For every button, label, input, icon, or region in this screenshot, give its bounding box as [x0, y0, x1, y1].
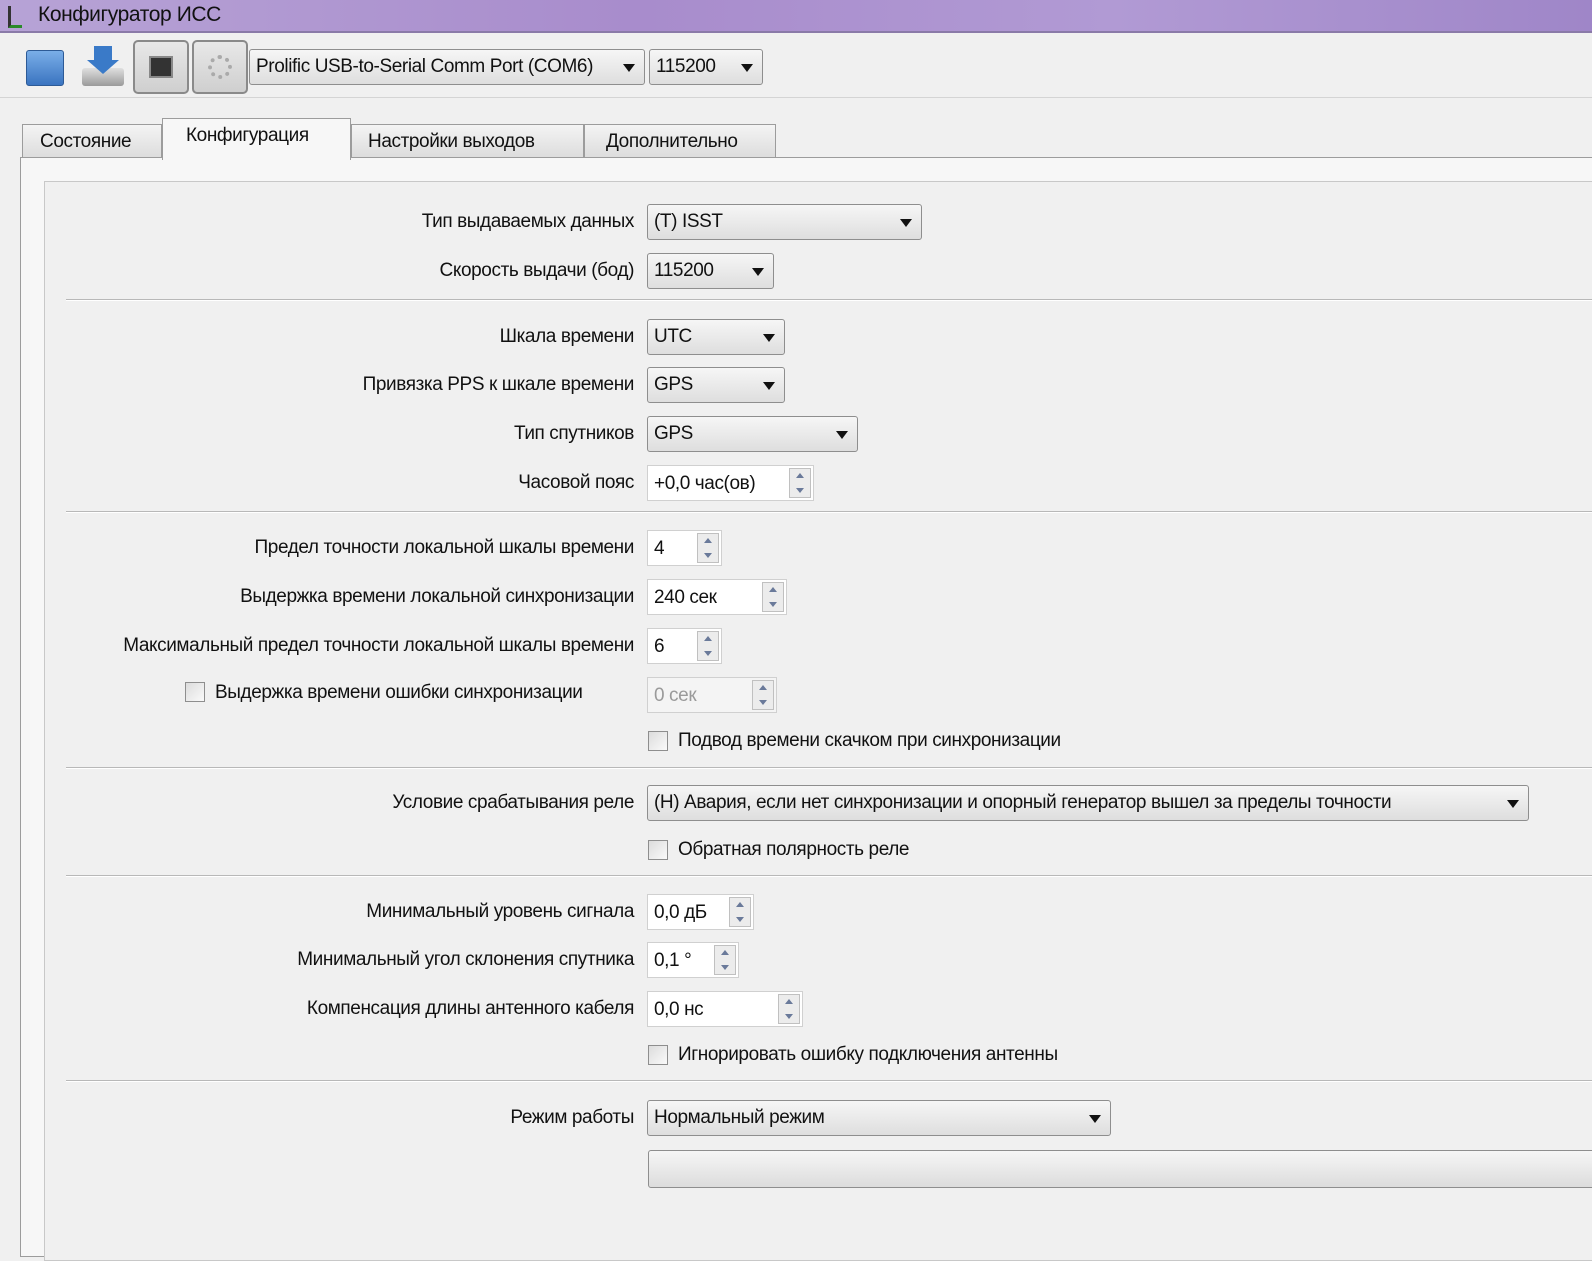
timezone-value: +0,0 час(ов) — [654, 473, 756, 494]
ignore-antenna-checkbox[interactable] — [648, 1045, 668, 1065]
tab-advanced[interactable]: Дополнительно — [584, 124, 776, 158]
sync-error-delay-label: Выдержка времени ошибки синхронизации — [215, 682, 583, 703]
tab-output-settings[interactable]: Настройки выходов — [351, 124, 584, 158]
timezone-label: Часовой пояс — [518, 472, 634, 493]
out-speed-label: Скорость выдачи (бод) — [439, 260, 635, 281]
settings-button[interactable] — [192, 40, 248, 94]
min-elevation-label: Минимальный угол склонения спутника — [297, 949, 634, 970]
time-scale-select[interactable]: UTC — [647, 319, 785, 355]
sync-error-delay-checkbox[interactable] — [185, 682, 205, 702]
spin-arrows-icon[interactable] — [789, 468, 811, 498]
max-accuracy-spinbox[interactable]: 6 — [647, 628, 722, 664]
tab-status[interactable]: Состояние — [22, 124, 162, 158]
baud-select[interactable]: 115200 — [649, 49, 763, 85]
apply-button[interactable] — [648, 1150, 1592, 1188]
terminal-button[interactable] — [133, 40, 189, 94]
min-signal-label: Минимальный уровень сигнала — [366, 901, 634, 922]
pps-binding-label: Привязка PPS к шкале времени — [362, 374, 635, 395]
pps-binding-value: GPS — [654, 374, 693, 395]
spin-arrows-icon[interactable] — [697, 533, 719, 563]
baud-value: 115200 — [656, 56, 716, 77]
time-scale-value: UTC — [654, 326, 692, 347]
window-title: Конфигуратор ИСС — [38, 3, 221, 26]
data-type-value: (T) ISST — [654, 211, 723, 232]
data-type-label: Тип выдаваемых данных — [421, 211, 635, 232]
chevron-down-icon — [623, 64, 635, 72]
cable-comp-value: 0,0 нс — [654, 999, 704, 1020]
sat-type-select[interactable]: GPS — [647, 416, 858, 452]
spin-arrows-icon[interactable] — [762, 582, 784, 612]
accuracy-limit-label: Предел точности локальной шкалы времени — [254, 537, 635, 558]
sync-error-delay-spinbox[interactable]: 0 сек — [647, 677, 777, 713]
time-scale-label: Шкала времени — [499, 326, 635, 347]
chevron-down-icon — [1507, 800, 1519, 808]
sync-delay-value: 240 сек — [654, 587, 717, 608]
sync-delay-spinbox[interactable]: 240 сек — [647, 579, 787, 615]
spin-arrows-icon[interactable] — [778, 994, 800, 1024]
ignore-antenna-label: Игнорировать ошибку подключения антенны — [678, 1044, 1058, 1065]
min-signal-spinbox[interactable]: 0,0 дБ — [647, 894, 754, 930]
out-speed-select[interactable]: 115200 — [647, 253, 774, 289]
separator — [66, 299, 1592, 301]
accuracy-limit-value: 4 — [654, 538, 665, 559]
chevron-down-icon — [836, 431, 848, 439]
tab-configuration[interactable]: Конфигурация — [162, 118, 351, 160]
separator — [66, 1080, 1592, 1082]
app-icon — [8, 6, 22, 28]
max-accuracy-value: 6 — [654, 636, 665, 657]
open-folder-icon[interactable] — [26, 50, 64, 86]
mode-select[interactable]: Нормальный режим — [647, 1100, 1111, 1136]
chevron-down-icon — [900, 219, 912, 227]
cable-comp-spinbox[interactable]: 0,0 нс — [647, 991, 803, 1027]
sync-error-delay-value: 0 сек — [654, 685, 697, 706]
relay-condition-select[interactable]: (Н) Авария, если нет синхронизации и опо… — [647, 785, 1529, 821]
sync-delay-label: Выдержка времени локальной синхронизации — [240, 586, 634, 607]
spin-arrows-icon[interactable] — [752, 680, 774, 710]
pps-binding-select[interactable]: GPS — [647, 367, 785, 403]
spin-arrows-icon[interactable] — [729, 897, 751, 927]
sat-type-value: GPS — [654, 423, 693, 444]
chevron-down-icon — [763, 334, 775, 342]
separator — [66, 767, 1592, 769]
relay-inverse-checkbox[interactable] — [648, 840, 668, 860]
sat-type-label: Тип спутников — [513, 423, 634, 444]
terminal-icon — [149, 56, 173, 78]
timezone-spinbox[interactable]: +0,0 час(ов) — [647, 465, 814, 501]
chevron-down-icon — [763, 382, 775, 390]
mode-value: Нормальный режим — [654, 1107, 825, 1128]
data-type-select[interactable]: (T) ISST — [647, 204, 922, 240]
chevron-down-icon — [752, 268, 764, 276]
relay-condition-label: Условие срабатывания реле — [392, 792, 634, 813]
mode-label: Режим работы — [510, 1107, 634, 1128]
separator — [66, 875, 1592, 877]
min-elevation-value: 0,1 ° — [654, 950, 692, 971]
out-speed-value: 115200 — [654, 260, 714, 281]
min-signal-value: 0,0 дБ — [654, 902, 707, 923]
chevron-down-icon — [1089, 1115, 1101, 1123]
spin-arrows-icon[interactable] — [714, 945, 736, 975]
config-group — [44, 181, 1592, 1261]
chevron-down-icon — [741, 64, 753, 72]
download-save-icon[interactable] — [82, 46, 124, 88]
port-value: Prolific USB-to-Serial Comm Port (COM6) — [256, 56, 594, 77]
port-select[interactable]: Prolific USB-to-Serial Comm Port (COM6) — [249, 49, 645, 85]
cable-comp-label: Компенсация длины антенного кабеля — [306, 998, 634, 1019]
relay-inverse-label: Обратная полярность реле — [678, 839, 910, 860]
max-accuracy-label: Максимальный предел точности локальной ш… — [123, 635, 634, 656]
jump-sync-label: Подвод времени скачком при синхронизации — [678, 730, 1061, 751]
jump-sync-checkbox[interactable] — [648, 731, 668, 751]
spin-arrows-icon[interactable] — [697, 631, 719, 661]
accuracy-limit-spinbox[interactable]: 4 — [647, 530, 722, 566]
separator — [66, 511, 1592, 513]
gear-icon — [208, 55, 232, 79]
relay-condition-value: (Н) Авария, если нет синхронизации и опо… — [654, 792, 1392, 813]
title-bar: Конфигуратор ИСС — [0, 0, 1592, 33]
min-elevation-spinbox[interactable]: 0,1 ° — [647, 942, 739, 978]
